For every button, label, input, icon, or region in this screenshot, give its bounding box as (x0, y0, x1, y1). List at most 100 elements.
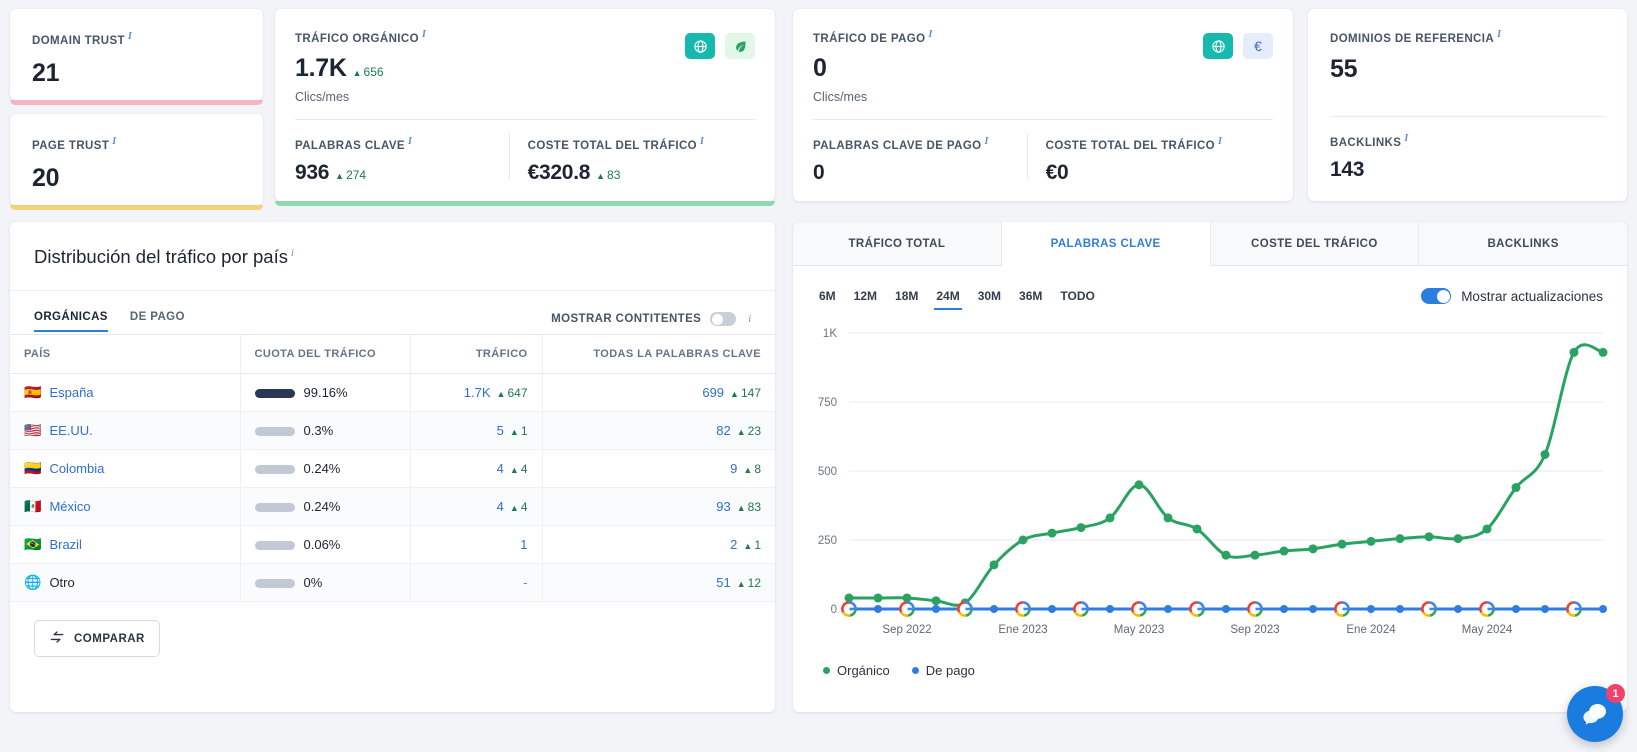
domain-trust-value: 21 (32, 58, 60, 87)
country-name[interactable]: Brazil (49, 537, 82, 552)
referring-domains-label-text: DOMINIOS DE REFERENCIA (1330, 32, 1495, 45)
column-pais[interactable]: PAÍS (10, 334, 240, 374)
share-bar (254, 464, 295, 474)
tab-organicas[interactable]: ORGÁNICAS (34, 311, 108, 332)
keywords-value: 2 (730, 537, 738, 552)
chat-button[interactable]: 1 (1567, 684, 1625, 742)
globe-icon[interactable] (685, 33, 715, 59)
traffic-delta: ▲ 647 (496, 386, 528, 400)
column-trafico[interactable]: TRÁFICO (409, 334, 542, 374)
info-icon[interactable]: i (128, 31, 132, 42)
country-traffic-table: PAÍS CUOTA DEL TRÁFICO TRÁFICO TODAS LA … (10, 334, 775, 602)
traffic-cell: 1 (409, 525, 542, 564)
info-icon[interactable]: i (291, 248, 294, 259)
column-palabras-clave[interactable]: TODAS LA PALABRAS CLAVE (541, 334, 775, 374)
country-name[interactable]: Colombia (49, 461, 104, 476)
compare-button-label: COMPARAR (74, 632, 145, 645)
range-todo[interactable]: TODO (1060, 289, 1094, 310)
keywords-delta: ▲ 12 (736, 576, 761, 590)
info-icon[interactable]: i (1218, 136, 1222, 147)
euro-symbol: € (1254, 38, 1262, 54)
info-icon[interactable]: i (928, 29, 932, 40)
country-name[interactable]: México (49, 499, 90, 514)
page-title: Distribución del tráfico por país i (34, 246, 751, 268)
paid-cost-label-text: COSTE TOTAL DEL TRÁFICO (1045, 139, 1216, 152)
compare-button[interactable]: COMPARAR (34, 620, 160, 657)
legend-item-de-pago[interactable]: De pago (911, 663, 975, 678)
euro-icon[interactable]: € (1243, 33, 1273, 59)
keywords-delta: ▲ 147 (730, 386, 761, 400)
paid-traffic-value: 0 (813, 53, 827, 82)
page-trust-label-text: PAGE TRUST (32, 139, 110, 152)
share-bar (254, 502, 295, 512)
info-icon[interactable]: i (422, 29, 426, 40)
share-value: 0.24% (303, 461, 341, 477)
tab-trafico-total[interactable]: TRÁFICO TOTAL (793, 222, 1002, 265)
table-row[interactable]: 🇲🇽 México 0.24% 4 ▲ 4 93 ▲ 83 (10, 487, 775, 526)
svg-text:May 2023: May 2023 (1114, 624, 1165, 636)
globe-icon[interactable] (1203, 33, 1233, 59)
legend-item-organico[interactable]: Orgánico (823, 663, 890, 678)
traffic-cell: - (409, 563, 542, 602)
table-row[interactable]: 🇧🇷 Brazil 0.06% 1 2 ▲ 1 (10, 525, 775, 564)
continents-toggle[interactable] (710, 312, 737, 326)
tab-coste-del-trafico[interactable]: COSTE DEL TRÁFICO (1210, 222, 1420, 265)
table-row[interactable]: 🌐 Otro 0% - 51 ▲ 12 (10, 563, 775, 602)
keywords-cell: 82 ▲ 23 (541, 411, 775, 450)
info-icon[interactable]: i (985, 136, 989, 147)
flag-icon-es: 🇪🇸 (24, 384, 42, 400)
share-bar (254, 388, 295, 398)
range-18m[interactable]: 18M (895, 289, 918, 310)
traffic-cell: 1.7K ▲ 647 (409, 373, 542, 412)
range-6m[interactable]: 6M (819, 289, 836, 310)
paid-cost-value: €0 (1045, 160, 1069, 184)
info-icon[interactable]: i (112, 136, 116, 147)
country-name[interactable]: España (49, 385, 93, 400)
show-updates-toggle[interactable] (1421, 288, 1452, 304)
backlinks-label-text: BACKLINKS (1330, 136, 1402, 149)
range-24m[interactable]: 24M (934, 289, 963, 310)
table-row[interactable]: 🇺🇸 EE.UU. 0.3% 5 ▲ 1 82 ▲ 23 (10, 411, 775, 450)
column-cuota[interactable]: CUOTA DEL TRÁFICO (239, 334, 410, 374)
range-36m[interactable]: 36M (1019, 289, 1042, 310)
range-30m[interactable]: 30M (978, 289, 1001, 310)
chart-legend: Orgánico De pago (793, 657, 1627, 678)
tab-de-pago[interactable]: DE PAGO (130, 311, 185, 332)
info-icon[interactable]: i (408, 136, 412, 147)
info-icon[interactable]: i (700, 136, 704, 147)
tab-palabras-clave[interactable]: PALABRAS CLAVE (1001, 222, 1211, 266)
traffic-delta: ▲ 1 (509, 424, 528, 438)
table-row[interactable]: 🇪🇸 España 99.16% 1.7K ▲ 647 699 ▲ 147 (10, 373, 775, 412)
leaf-icon[interactable] (725, 33, 755, 59)
organic-cost-label-text: COSTE TOTAL DEL TRÁFICO (527, 139, 698, 152)
country-cell: 🇪🇸 España (10, 373, 240, 412)
page-trust-value: 20 (32, 163, 60, 192)
range-12m[interactable]: 12M (854, 289, 877, 310)
traffic-delta: ▲ 4 (509, 462, 528, 476)
info-icon[interactable]: i (748, 314, 751, 325)
caret-up-icon: ▲ (596, 170, 606, 181)
traffic-value: 4 (496, 499, 504, 514)
keywords-delta: ▲ 1 (743, 538, 761, 552)
info-icon[interactable]: i (1497, 29, 1501, 40)
backlinks-label: BACKLINKS i (1330, 133, 1605, 149)
country-name: Otro (49, 575, 75, 590)
country-name[interactable]: EE.UU. (49, 423, 92, 438)
dashboard-page: DOMAIN TRUST i 21 PAGE TRUST i 20 TRÁFICO … (0, 0, 1637, 752)
legend-label-organico: Orgánico (837, 663, 890, 678)
domain-trust-card: DOMAIN TRUST i 21 (10, 9, 263, 105)
keywords-cell: 9 ▲ 8 (541, 449, 775, 488)
keywords-cell: 699 ▲ 147 (541, 373, 775, 412)
share-value: 0.24% (303, 499, 341, 515)
organic-cost-label: COSTE TOTAL DEL TRÁFICO i (528, 136, 755, 152)
organic-keywords-delta: ▲ 274 (335, 167, 367, 182)
table-row[interactable]: 🇨🇴 Colombia 0.24% 4 ▲ 4 9 ▲ 8 (10, 449, 775, 488)
chart-panel-card: TRÁFICO TOTAL PALABRAS CLAVE COSTE DEL T… (793, 222, 1627, 712)
paid-traffic-label-text: TRÁFICO DE PAGO (813, 32, 926, 45)
tab-backlinks[interactable]: BACKLINKS (1419, 222, 1627, 265)
svg-text:Sep 2023: Sep 2023 (1230, 624, 1279, 636)
domain-trust-label: DOMAIN TRUST i (32, 31, 241, 47)
legend-label-de-pago: De pago (925, 663, 975, 678)
info-icon[interactable]: i (1404, 133, 1408, 144)
organic-traffic-value: 1.7K (295, 53, 347, 82)
